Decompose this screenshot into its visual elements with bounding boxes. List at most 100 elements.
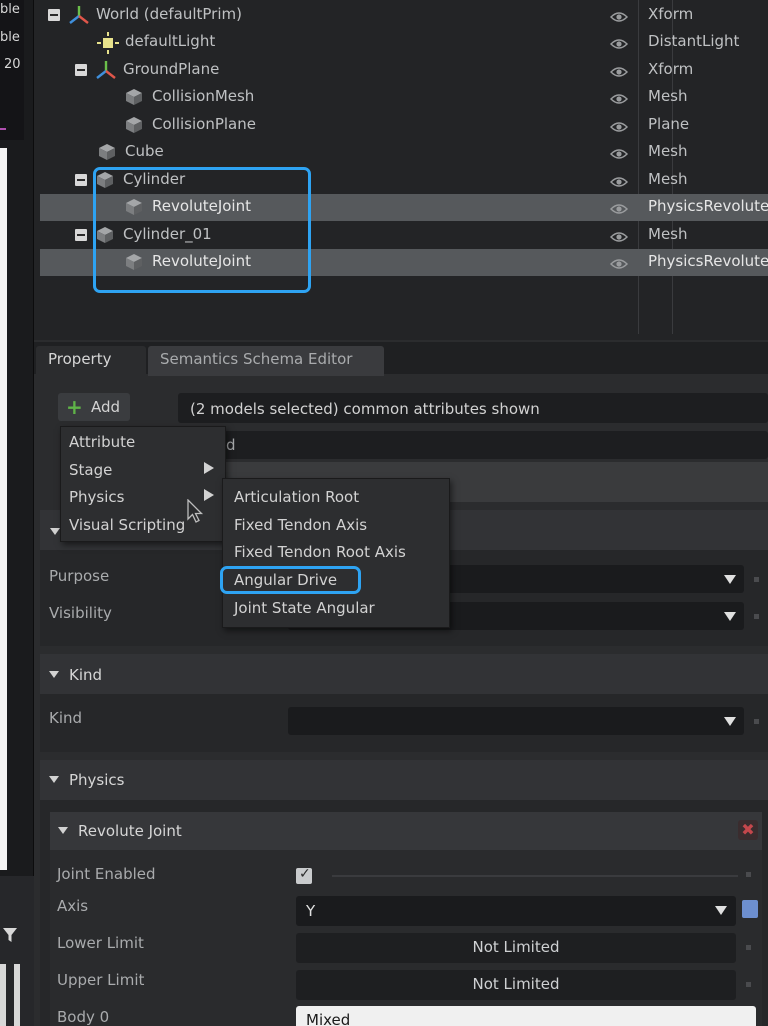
lower-limit-field[interactable]: Not Limited [296,933,736,963]
mesh-cube-icon [124,87,144,107]
filter-icon[interactable] [2,926,18,948]
eye-icon[interactable] [609,256,629,269]
tree-item-name: World (defaultPrim) [96,5,242,23]
collapse-toggle-icon[interactable] [48,9,60,21]
menu-item-fixed-tendon-root-axis[interactable]: Fixed Tendon Root Axis [234,543,406,561]
kind-dropdown[interactable] [288,707,744,735]
tree-row[interactable]: CollisionPlane Plane [40,112,768,139]
light-icon [97,32,119,54]
axis-dropdown[interactable] [296,896,736,926]
tree-row[interactable]: defaultLight DistantLight [40,29,768,56]
menu-item-articulation-root[interactable]: Articulation Root [234,488,359,506]
collapse-triangle-icon[interactable] [49,776,59,783]
menu-item-physics[interactable]: Physics [69,488,124,506]
eye-icon[interactable] [609,146,629,159]
scrollbar[interactable] [0,964,6,1026]
menu-item-fixed-tendon-axis[interactable]: Fixed Tendon Axis [234,516,367,534]
lower-limit-label: Lower Limit [57,934,144,952]
purpose-label: Purpose [49,567,110,585]
viewport-info-line: ble [0,2,20,17]
section-title-physics: Physics [69,771,125,789]
collapse-triangle-icon[interactable] [58,827,68,834]
chevron-down-icon[interactable] [724,717,736,726]
reset-dot[interactable] [746,982,751,987]
tree-row[interactable]: Cube Mesh [40,139,768,166]
menu-item-attribute[interactable]: Attribute [69,433,135,451]
section-header-kind[interactable] [40,654,768,694]
axis-value: Y [306,902,316,920]
chevron-down-icon[interactable] [715,906,727,915]
reset-dot[interactable] [746,872,751,877]
body0-label: Body 0 [57,1008,110,1026]
menu-item-stage[interactable]: Stage [69,461,112,479]
tree-item-type: Mesh [648,225,688,243]
viewport-canvas[interactable] [0,148,7,870]
viewport-info-line: ble [0,30,20,45]
tree-selection-highlight [93,167,311,293]
checkmark-icon: ✓ [299,866,311,882]
tree-item-type: Xform [648,5,694,23]
section-title-kind: Kind [69,666,103,684]
axis-label: Axis [57,897,89,915]
tree-item-type: DistantLight [648,32,740,50]
scrollbar[interactable] [14,964,20,1026]
collapse-triangle-icon[interactable] [50,528,60,535]
eye-icon[interactable] [609,119,629,132]
tree-item-type: Xform [648,60,694,78]
section-header-physics[interactable] [40,760,768,800]
tree-row[interactable]: CollisionMesh Mesh [40,84,768,111]
kind-label: Kind [49,709,83,727]
plus-icon: + [66,395,83,419]
tab-property[interactable]: Property [36,346,146,376]
collapse-toggle-icon[interactable] [75,174,87,186]
selection-info-label: (2 models selected) common attributes sh… [190,400,540,418]
revolute-joint-title: Revolute Joint [78,822,182,840]
eye-icon[interactable] [609,91,629,104]
reset-dot[interactable] [754,614,759,619]
tree-item-name: CollisionMesh [152,87,255,105]
tab-semantics-schema-editor[interactable]: Semantics Schema Editor [148,346,384,376]
upper-limit-field[interactable]: Not Limited [296,970,736,1000]
visibility-label: Visibility [49,604,112,622]
joint-enabled-label: Joint Enabled [57,865,156,883]
submenu-arrow-icon [204,462,214,474]
eye-icon[interactable] [609,64,629,77]
reset-dot[interactable] [746,945,751,950]
search-input[interactable] [222,431,768,459]
reset-dot[interactable] [754,577,759,582]
tree-item-type: PhysicsRevolute [648,197,768,215]
tree-item-type: PhysicsRevolute [648,252,768,270]
body0-field[interactable]: Mixed [296,1006,756,1026]
tree-row[interactable]: World (defaultPrim) Xform [40,2,768,29]
slider-track [332,875,738,877]
angular-drive-highlight [220,566,361,594]
eye-icon[interactable] [609,229,629,242]
collapse-toggle-icon[interactable] [75,229,87,241]
collapse-toggle-icon[interactable] [75,64,87,76]
viewport-marker [0,128,6,130]
remove-component-button[interactable]: ✖ [738,820,758,840]
eye-icon[interactable] [609,9,629,22]
viewport-info-panel: ble ble 20 [0,0,24,140]
eye-icon[interactable] [609,36,629,49]
tree-item-type: Mesh [648,170,688,188]
tree-item-name: CollisionPlane [152,115,256,133]
reset-dot[interactable] [754,719,759,724]
menu-item-joint-state-angular[interactable]: Joint State Angular [234,599,375,617]
upper-limit-label: Upper Limit [57,971,145,989]
xform-axes-icon [95,60,116,80]
chevron-down-icon[interactable] [724,612,736,621]
collapse-triangle-icon[interactable] [49,671,59,678]
search-input-text: d [226,436,236,454]
mouse-cursor-icon [186,498,204,529]
mesh-cube-icon [97,142,117,162]
add-button-label: Add [91,398,121,416]
chevron-down-icon[interactable] [724,575,736,584]
tree-row[interactable]: GroundPlane Xform [40,57,768,84]
tree-item-type: Plane [648,115,690,133]
menu-item-visual-scripting[interactable]: Visual Scripting [69,516,185,534]
eye-icon[interactable] [609,174,629,187]
eye-icon[interactable] [609,201,629,214]
axis-color-swatch[interactable] [742,900,758,918]
xform-axes-icon [68,5,89,25]
